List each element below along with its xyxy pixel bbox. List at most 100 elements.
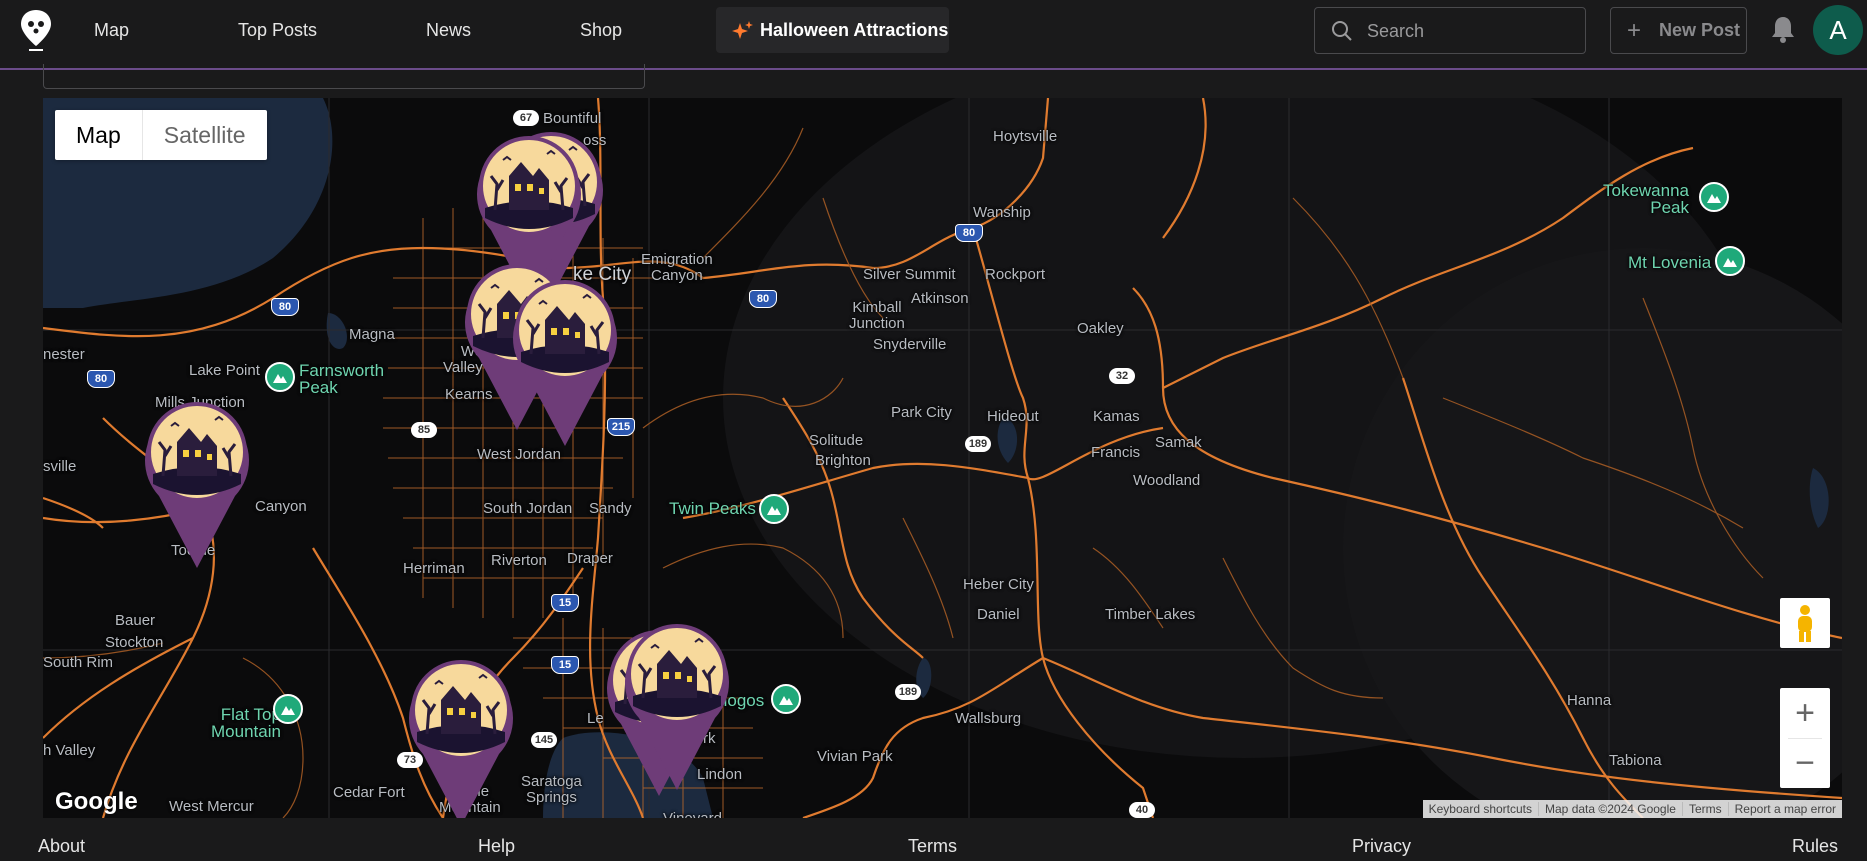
label-kimball-junction: Kimball Junction (849, 299, 905, 332)
label-riverton: Riverton (491, 552, 547, 569)
keyboard-shortcuts-link[interactable]: Keyboard shortcuts (1423, 802, 1538, 816)
label-hideout: Hideout (987, 408, 1039, 425)
label-flat-top-mountain: Flat Top Mountain (211, 705, 281, 741)
map-view[interactable]: Bountiful oss Hoytsville Wanship Tokewan… (43, 98, 1842, 818)
label-park-city: Park City (891, 404, 952, 421)
label-stockton: Stockton (105, 634, 164, 651)
highway-shield: 189 (895, 684, 921, 700)
label-woodland: Woodland (1133, 472, 1201, 489)
label-tokewanna-peak: Tokewanna Peak (1603, 181, 1690, 217)
label-kamas: Kamas (1093, 408, 1140, 425)
footer-privacy-link[interactable]: Privacy (1352, 836, 1411, 857)
search-input[interactable] (1365, 8, 1579, 55)
label-rockport: Rockport (985, 266, 1046, 283)
haunted-house-pin-icon[interactable] (141, 398, 253, 570)
label-sandy: Sandy (589, 500, 632, 517)
sparkle-icon (732, 21, 753, 39)
label-south-jordan: South Jordan (483, 500, 573, 517)
highway-shield: 85 (411, 422, 437, 438)
footer-rules-link[interactable]: Rules (1792, 836, 1838, 857)
new-post-button[interactable]: + New Post (1610, 7, 1747, 54)
nav-shop[interactable]: Shop (580, 0, 622, 60)
interstate-shield: 80 (749, 290, 777, 308)
footer-about-link[interactable]: About (38, 836, 85, 857)
peak-marker-icon[interactable] (273, 694, 303, 724)
label-tabiona: Tabiona (1609, 752, 1662, 769)
label-draper: Draper (567, 550, 613, 567)
label-west-mercur: West Mercur (169, 798, 254, 815)
label-atkinson: Atkinson (911, 290, 969, 307)
label-lake-point: Lake Point (189, 362, 260, 379)
new-post-label: New Post (1659, 20, 1741, 40)
label-bauer: Bauer (115, 612, 156, 629)
haunted-house-pin-icon[interactable] (509, 276, 621, 448)
interstate-shield: 80 (87, 370, 115, 388)
highway-shield: 145 (531, 732, 557, 748)
footer: About Help Terms Privacy Rules (0, 818, 1867, 861)
peak-marker-icon[interactable] (1715, 246, 1745, 276)
map-attribution: Keyboard shortcuts Map data ©2024 Google T… (1422, 800, 1842, 818)
interstate-shield: 15 (551, 594, 579, 612)
app-logo-icon[interactable] (18, 8, 54, 52)
google-logo[interactable]: Google (55, 788, 138, 816)
label-wanship: Wanship (973, 204, 1031, 221)
haunted-house-pin-icon[interactable] (621, 620, 733, 792)
label-bountiful: Bountiful (543, 110, 602, 127)
map-type-control: Map Satellite (55, 110, 267, 160)
zoom-in-button[interactable]: + (1780, 688, 1830, 738)
label-samak: Samak (1155, 434, 1202, 451)
report-map-error-link[interactable]: Report a map error (1727, 802, 1842, 816)
secondary-search-box[interactable] (43, 64, 645, 89)
label-nester: nester (43, 346, 85, 363)
map-type-map-button[interactable]: Map (55, 110, 142, 160)
footer-help-link[interactable]: Help (478, 836, 515, 857)
highway-shield: 189 (965, 436, 991, 452)
highway-shield: 67 (513, 110, 539, 126)
label-emigration-canyon: Emigration Canyon (641, 251, 713, 284)
nav-map[interactable]: Map (94, 0, 129, 60)
map-type-satellite-button[interactable]: Satellite (141, 110, 267, 160)
interstate-shield: 80 (271, 298, 299, 316)
label-hanna: Hanna (1567, 692, 1612, 709)
label-brighton: Brighton (815, 452, 871, 469)
map-base (43, 98, 1842, 818)
peak-marker-icon[interactable] (265, 362, 295, 392)
nav-news[interactable]: News (426, 0, 471, 60)
label-magna: Magna (349, 326, 395, 343)
haunted-house-pin-icon[interactable] (405, 656, 517, 818)
label-farnsworth-peak: Farnsworth Peak (299, 361, 385, 397)
search-box[interactable] (1314, 7, 1586, 55)
label-south-rim: South Rim (43, 654, 114, 671)
map-data-text: Map data ©2024 Google (1538, 802, 1682, 816)
peak-marker-icon[interactable] (1699, 182, 1729, 212)
label-daniel: Daniel (977, 606, 1020, 623)
label-oakley: Oakley (1077, 320, 1124, 337)
search-icon (1332, 21, 1352, 41)
label-lehi: Le (587, 710, 604, 727)
label-sville: sville (43, 458, 77, 475)
peak-marker-icon[interactable] (771, 684, 801, 714)
street-view-pegman-icon[interactable] (1780, 598, 1830, 648)
zoom-out-button[interactable]: − (1780, 738, 1830, 788)
label-timber-lakes: Timber Lakes (1105, 606, 1196, 623)
nav-top-posts[interactable]: Top Posts (238, 0, 317, 60)
label-vivian-park: Vivian Park (817, 748, 893, 765)
interstate-shield: 15 (551, 656, 579, 674)
highway-shield: 32 (1109, 368, 1135, 384)
nav-halloween-attractions[interactable]: Halloween Attractions (716, 7, 949, 53)
label-solitude: Solitude (809, 432, 864, 449)
peak-marker-icon[interactable] (759, 494, 789, 524)
label-h-valley: h Valley (43, 742, 96, 759)
label-snyderville: Snyderville (873, 336, 947, 353)
zoom-control: + − (1780, 688, 1830, 788)
interstate-shield: 80 (955, 224, 983, 242)
highway-shield: 40 (1129, 802, 1155, 818)
bell-icon[interactable] (1770, 15, 1796, 43)
avatar[interactable]: A (1813, 5, 1863, 55)
label-hoytsville: Hoytsville (993, 128, 1058, 145)
map-terms-link[interactable]: Terms (1681, 802, 1728, 816)
top-nav: Map Top Posts News Shop Halloween Attrac… (0, 0, 1867, 70)
footer-terms-link[interactable]: Terms (908, 836, 957, 857)
label-saratoga-springs: Saratoga Springs (521, 773, 582, 806)
label-mt-lovenia: Mt Lovenia (1628, 253, 1712, 272)
